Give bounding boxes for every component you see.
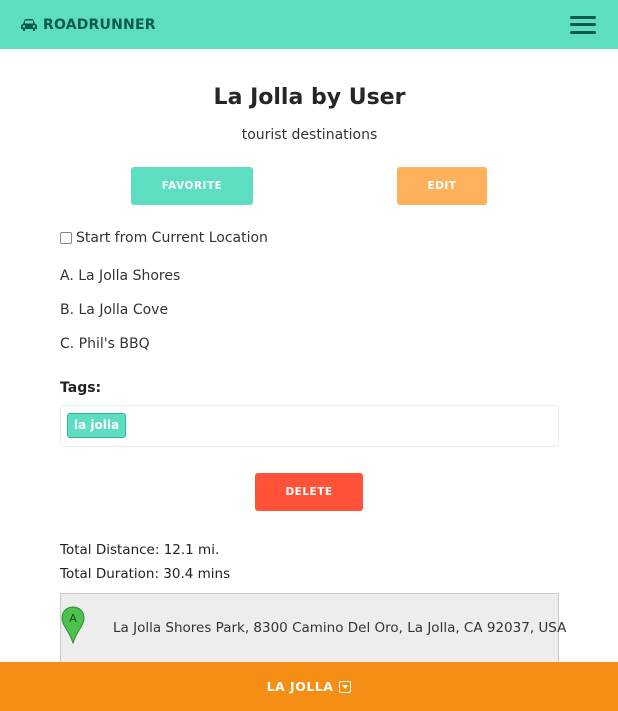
tags-box: la jolla (60, 405, 559, 447)
hamburger-menu-icon[interactable] (570, 15, 596, 34)
edit-button[interactable]: EDIT (397, 167, 487, 205)
action-buttons: FAVORITE EDIT (60, 167, 559, 205)
trip-detail: La Jolla by User tourist destinations FA… (60, 49, 559, 586)
stop-item: A. La Jolla Shores (60, 268, 181, 284)
total-duration: Total Duration: 30.4 mins (60, 566, 231, 582)
caret-down-square-icon (339, 680, 352, 693)
tags-label: Tags: (60, 380, 102, 396)
total-distance: Total Distance: 12.1 mi. (60, 542, 220, 558)
delete-row: DELETE (60, 473, 559, 511)
start-from-current-checkbox[interactable] (60, 232, 72, 244)
trip-stats: Total Distance: 12.1 mi. Total Duration:… (60, 538, 559, 586)
trip-description: tourist destinations (241, 127, 378, 143)
marker-letter: A (69, 612, 77, 625)
map-pin-icon: A (61, 606, 85, 644)
stop-item: C. Phil's BBQ (60, 336, 150, 352)
address-text: La Jolla Shores Park, 8300 Camino Del Or… (113, 620, 567, 636)
page-title: La Jolla by User (213, 85, 406, 110)
top-navbar: ROADRUNNER (0, 0, 618, 49)
start-from-current-toggle[interactable]: Start from Current Location (60, 230, 559, 246)
brand-name: ROADRUNNER (43, 16, 156, 33)
footer-label: LA JOLLA (266, 679, 334, 694)
stop-item: B. La Jolla Cove (60, 302, 169, 318)
car-icon (21, 18, 37, 31)
start-from-current-label: Start from Current Location (76, 230, 268, 246)
tag-chip[interactable]: la jolla (67, 413, 127, 438)
trip-selector-bar[interactable]: LA JOLLA (0, 662, 618, 711)
direction-step: A La Jolla Shores Park, 8300 Camino Del … (60, 593, 566, 673)
brand-logo[interactable]: ROADRUNNER (20, 17, 156, 33)
delete-button[interactable]: DELETE (255, 473, 363, 511)
favorite-button[interactable]: FAVORITE (131, 167, 253, 205)
